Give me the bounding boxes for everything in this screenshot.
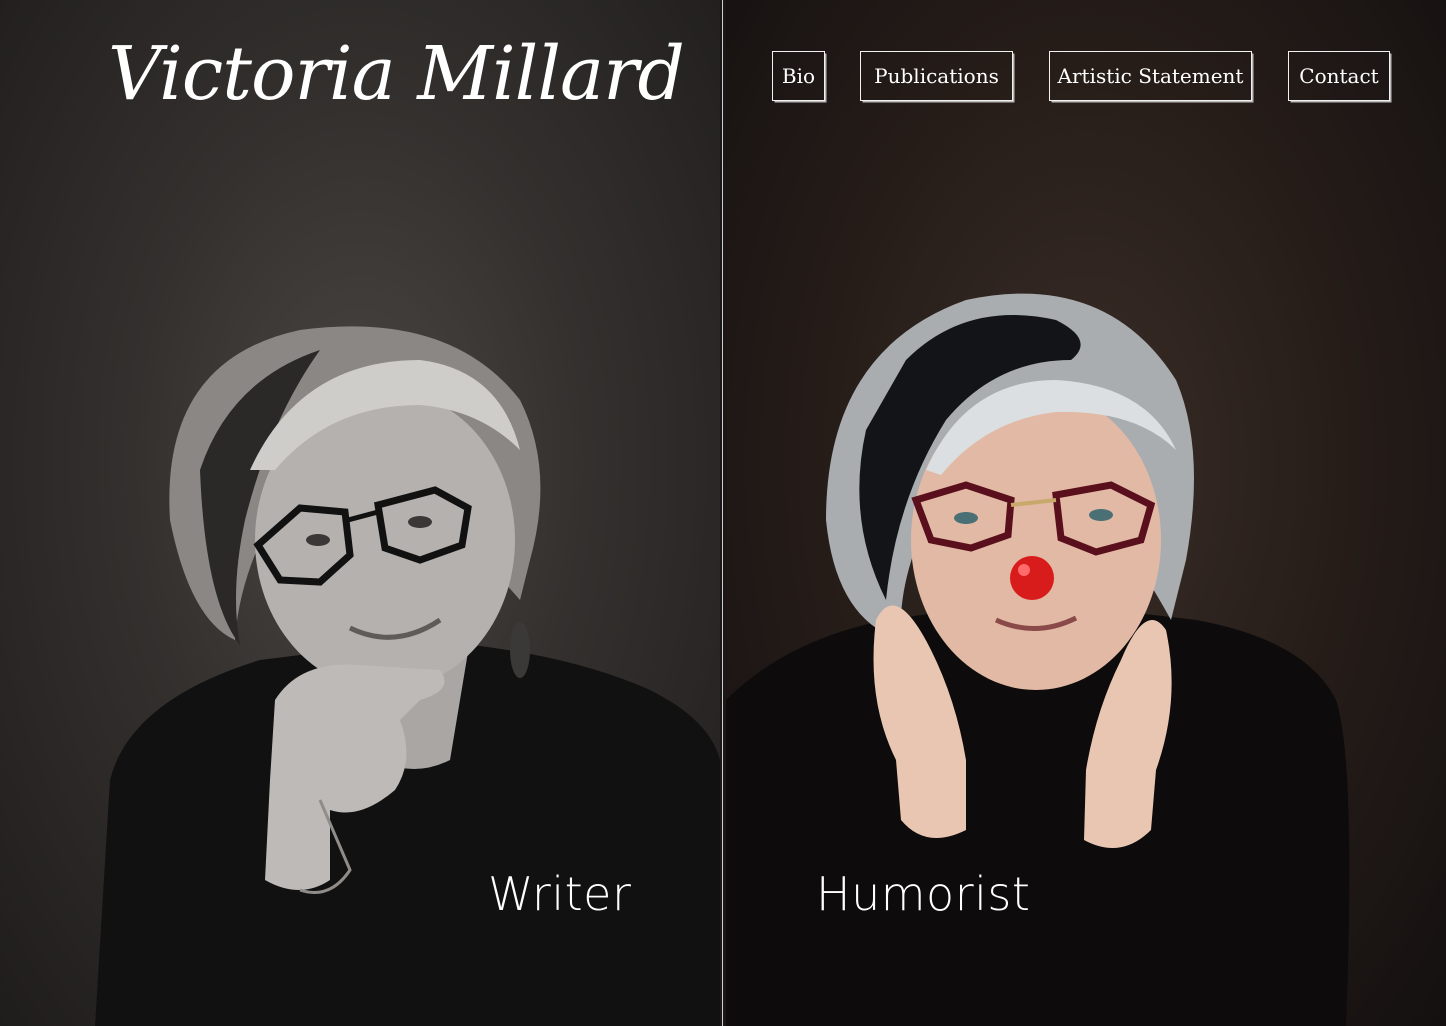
humorist-panel[interactable]: Bio Publications Artistic Statement Cont… <box>726 0 1446 1026</box>
humorist-caption[interactable]: Humorist <box>816 866 1030 922</box>
site-title[interactable]: Victoria Millard <box>108 24 685 124</box>
main-nav: Bio Publications Artistic Statement Cont… <box>726 51 1446 104</box>
writer-panel[interactable]: Writer <box>0 0 720 1026</box>
nav-bio-button[interactable]: Bio <box>772 51 825 101</box>
nav-contact-button[interactable]: Contact <box>1288 51 1390 101</box>
page: Writer Bio Publications Artistic Stateme… <box>0 0 1446 1026</box>
nav-publications-button[interactable]: Publications <box>860 51 1013 101</box>
writer-caption[interactable]: Writer <box>488 866 631 922</box>
nav-artistic-statement-button[interactable]: Artistic Statement <box>1049 51 1252 101</box>
